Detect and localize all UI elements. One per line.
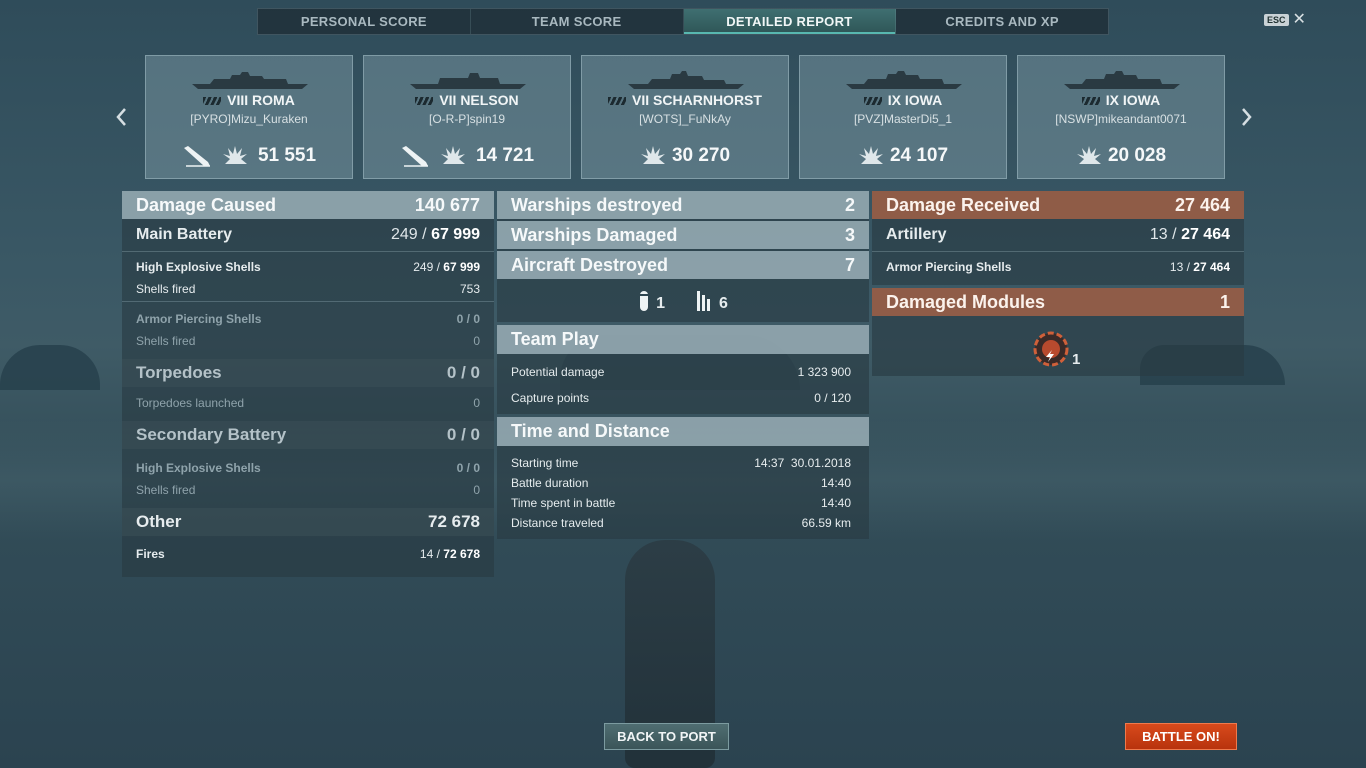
damage-burst-icon [222, 146, 247, 164]
tab-personal-score[interactable]: PERSONAL SCORE [258, 9, 471, 34]
battle-on-button[interactable]: BATTLE ON! [1125, 723, 1237, 750]
player-name: [NSWP]mikeandant0071 [1055, 112, 1187, 126]
sunk-ship-icon [401, 146, 428, 167]
ap-shells-received-row: Armor Piercing Shells 13 / 27 464 [886, 260, 1230, 274]
time-spent-row: Time spent in battle 14:40 [511, 496, 851, 510]
damage-caused-header: Damage Caused 140 677 [122, 191, 494, 219]
secondary-battery-row: Secondary Battery 0 / 0 [122, 421, 494, 449]
damage-value: 51 551 [257, 145, 317, 166]
esc-key-label: ESC [1264, 14, 1289, 26]
damaged-modules-header: Damaged Modules 1 [872, 288, 1244, 316]
prev-arrow-icon[interactable] [114, 106, 128, 135]
battleship-class-icon [203, 97, 222, 106]
tab-detailed-report[interactable]: DETAILED REPORT [683, 9, 897, 34]
battleship-class-icon [1081, 97, 1100, 106]
damage-burst-icon [440, 146, 465, 164]
ship-card[interactable]: VIII ROMA [PYRO]Mizu_Kuraken 51 551 [145, 55, 353, 179]
ship-silhouette-icon [192, 72, 308, 89]
battleship-class-icon [415, 97, 434, 106]
main-ap-row: Armor Piercing Shells 0 / 0 [136, 312, 480, 326]
ship-card[interactable]: IX IOWA [PVZ]MasterDi5_1 24 107 [799, 55, 1007, 179]
battleship-class-icon [608, 97, 627, 106]
fires-row: Fires 14 / 72 678 [136, 547, 480, 561]
other-row: Other 72 678 [122, 508, 494, 536]
ship-name: VIII ROMA [227, 92, 295, 108]
player-name: [PYRO]Mizu_Kuraken [190, 112, 308, 126]
damage-value: 30 270 [671, 145, 731, 166]
ship-silhouette-icon [846, 71, 962, 89]
torpedoes-launched-row: Torpedoes launched 0 [136, 396, 480, 410]
team-play-panel: Team Play Potential damage 1 323 900 Cap… [497, 325, 869, 414]
kills-panel: Warships destroyed 2 Warships Damaged 3 … [497, 191, 869, 322]
damage-received-header: Damage Received 27 464 [872, 191, 1244, 219]
damage-burst-icon [640, 146, 665, 164]
main-ap-fired-row: Shells fired 0 [136, 334, 480, 348]
divider [872, 251, 1244, 252]
close-button[interactable]: ESC ✕ [1264, 11, 1306, 28]
engine-module-icon [1033, 331, 1069, 367]
tab-team-score[interactable]: TEAM SCORE [471, 9, 684, 34]
warships-damaged-row: Warships Damaged 3 [497, 221, 869, 249]
ship-name: VII SCHARNHORST [632, 92, 762, 108]
fighter-icon [640, 291, 649, 311]
aircraft-breakdown: 1 6 [497, 289, 869, 313]
time-distance-panel: Time and Distance Starting time 14:37 30… [497, 417, 869, 539]
sunk-ship-icon [183, 146, 210, 167]
damage-value: 14 721 [475, 145, 535, 166]
main-he-fired-row: Shells fired 753 [136, 282, 480, 296]
team-play-header: Team Play [497, 325, 869, 354]
starting-time-row: Starting time 14:37 30.01.2018 [511, 456, 851, 470]
damage-burst-icon [858, 146, 883, 164]
damage-value: 20 028 [1107, 145, 1167, 166]
player-name: [WOTS]_FuNkAy [639, 112, 731, 126]
tab-credits-and-xp[interactable]: CREDITS AND XP [896, 9, 1108, 34]
ship-card[interactable]: IX IOWA [NSWP]mikeandant0071 20 028 [1017, 55, 1225, 179]
damage-received-panel: Damage Received 27 464 Artillery 13 / 27… [872, 191, 1244, 285]
distance-row: Distance traveled 66.59 km [511, 516, 851, 530]
divider [122, 251, 494, 252]
ship-silhouette-icon [1064, 71, 1180, 89]
main-battery-row: Main Battery 249 / 67 999 [136, 226, 480, 243]
back-to-port-button[interactable]: BACK TO PORT [604, 723, 729, 750]
battle-duration-row: Battle duration 14:40 [511, 476, 851, 490]
time-distance-header: Time and Distance [497, 417, 869, 446]
secondary-he-row: High Explosive Shells 0 / 0 [136, 461, 480, 475]
damage-value: 24 107 [889, 145, 949, 166]
ship-name: VII NELSON [439, 92, 519, 108]
ship-silhouette-icon [628, 71, 744, 89]
divider [122, 301, 494, 302]
damaged-modules-panel: Damaged Modules 1 1 [872, 288, 1244, 376]
torpedoes-row: Torpedoes 0 / 0 [122, 359, 494, 387]
secondary-he-fired-row: Shells fired 0 [136, 483, 480, 497]
player-name: [PVZ]MasterDi5_1 [853, 112, 953, 126]
ship-card[interactable]: VII SCHARNHORST [WOTS]_FuNkAy 30 270 [581, 55, 789, 179]
ship-name: IX IOWA [887, 92, 943, 108]
damage-burst-icon [1076, 146, 1101, 164]
warships-destroyed-row: Warships destroyed 2 [497, 191, 869, 219]
ship-name: IX IOWA [1105, 92, 1161, 108]
potential-damage-row: Potential damage 1 323 900 [511, 365, 851, 379]
next-arrow-icon[interactable] [1240, 106, 1254, 135]
ship-card[interactable]: VII NELSON [O-R-P]spin19 14 721 [363, 55, 571, 179]
close-icon: ✕ [1292, 11, 1306, 28]
main-he-row: High Explosive Shells 249 / 67 999 [136, 260, 480, 274]
report-tabs: PERSONAL SCORE TEAM SCORE DETAILED REPOR… [257, 8, 1109, 35]
player-name: [O-R-P]spin19 [428, 112, 506, 126]
battleship-class-icon [863, 97, 882, 106]
ship-silhouette-icon [410, 73, 526, 89]
background-island-left [0, 345, 100, 390]
bomber-icon [697, 291, 710, 311]
damage-caused-panel: Damage Caused 140 677 Main Battery 249 /… [122, 191, 494, 577]
aircraft-destroyed-row: Aircraft Destroyed 7 [497, 251, 869, 279]
capture-points-row: Capture points 0 / 120 [511, 391, 851, 405]
artillery-row: Artillery 13 / 27 464 [886, 226, 1230, 243]
